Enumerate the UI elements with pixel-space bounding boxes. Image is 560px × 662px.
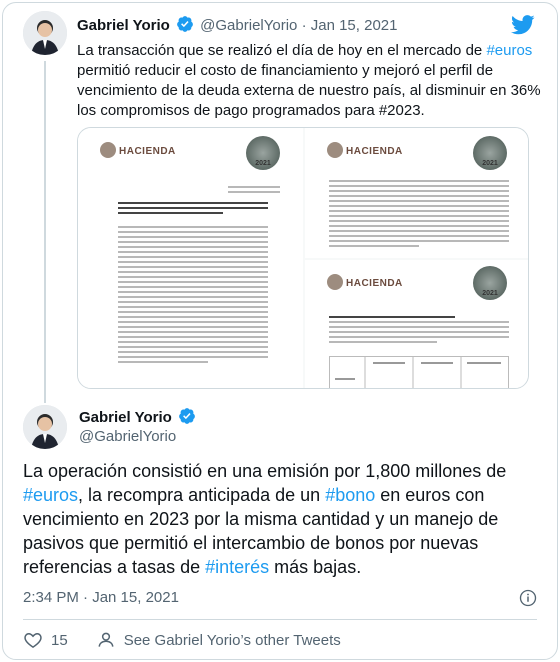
- seal-logo-icon: 2021: [246, 136, 280, 170]
- parent-tweet-header: Gabriel Yorio @GabrielYorio · Jan 15, 20…: [77, 15, 397, 36]
- document-text-block: [228, 186, 280, 196]
- author-name[interactable]: Gabriel Yorio: [79, 409, 172, 426]
- hacienda-logo: HACIENDA: [327, 142, 403, 158]
- parent-tweet[interactable]: Gabriel Yorio @GabrielYorio · Jan 15, 20…: [17, 3, 543, 403]
- document-text-block: [329, 180, 509, 250]
- hacienda-logo: HACIENDA: [100, 142, 176, 158]
- hashtag-link[interactable]: #euros: [23, 485, 78, 505]
- document-text-block: [329, 316, 509, 346]
- media-gallery[interactable]: HACIENDA 2021 HACIENDA 2021 HACIENDA 202…: [77, 127, 529, 389]
- author-handle[interactable]: @GabrielYorio: [200, 17, 297, 34]
- verified-badge-icon: [177, 16, 193, 32]
- main-tweet-text: La operación consistió en una emisión po…: [23, 459, 543, 579]
- person-icon[interactable]: [96, 630, 116, 650]
- tweet-date-link[interactable]: Jan 15, 2021: [311, 17, 398, 34]
- document-image-1[interactable]: HACIENDA 2021: [78, 128, 303, 388]
- see-other-tweets-link[interactable]: See Gabriel Yorio’s other Tweets: [124, 632, 341, 649]
- seal-logo-icon: 2021: [473, 136, 507, 170]
- tweet-embed-card: Gabriel Yorio @GabrielYorio · Jan 15, 20…: [2, 2, 558, 660]
- heart-icon[interactable]: [23, 630, 43, 650]
- document-table: [329, 356, 509, 388]
- author-handle[interactable]: @GabrielYorio: [79, 427, 176, 447]
- seal-logo-icon: 2021: [473, 266, 507, 300]
- document-text-block: [118, 202, 268, 217]
- text-segment: más bajas.: [269, 557, 362, 577]
- document-text-block: [118, 226, 268, 366]
- hashtag-link[interactable]: #interés: [205, 557, 269, 577]
- text-segment: permitió reducir el costo de financiamie…: [77, 62, 541, 119]
- separator: ·: [301, 17, 307, 34]
- hacienda-logo: HACIENDA: [327, 274, 403, 290]
- document-image-2[interactable]: HACIENDA 2021: [305, 128, 528, 258]
- info-circle-icon[interactable]: [519, 589, 537, 607]
- text-segment: La transacción que se realizó el día de …: [77, 42, 487, 59]
- verified-badge-icon: [179, 408, 195, 424]
- thread-connector-line: [44, 61, 46, 403]
- text-segment: , la recompra anticipada de un: [78, 485, 326, 505]
- document-image-3[interactable]: HACIENDA 2021: [305, 260, 528, 388]
- tweet-timestamp-link[interactable]: 2:34 PM · Jan 15, 2021: [23, 588, 179, 608]
- tweet-actions-bar: 15 See Gabriel Yorio’s other Tweets: [23, 629, 341, 651]
- divider: [23, 619, 537, 620]
- twitter-bird-icon[interactable]: [511, 15, 535, 35]
- hashtag-link[interactable]: #euros: [486, 42, 532, 59]
- main-author-row: Gabriel Yorio: [79, 407, 198, 428]
- text-segment: La operación consistió en una emisión po…: [23, 461, 507, 481]
- like-count[interactable]: 15: [51, 632, 68, 649]
- author-name[interactable]: Gabriel Yorio: [77, 17, 170, 34]
- parent-tweet-text: La transacción que se realizó el día de …: [77, 41, 547, 121]
- avatar[interactable]: [23, 405, 67, 449]
- avatar[interactable]: [23, 11, 67, 55]
- hashtag-link[interactable]: #bono: [325, 485, 375, 505]
